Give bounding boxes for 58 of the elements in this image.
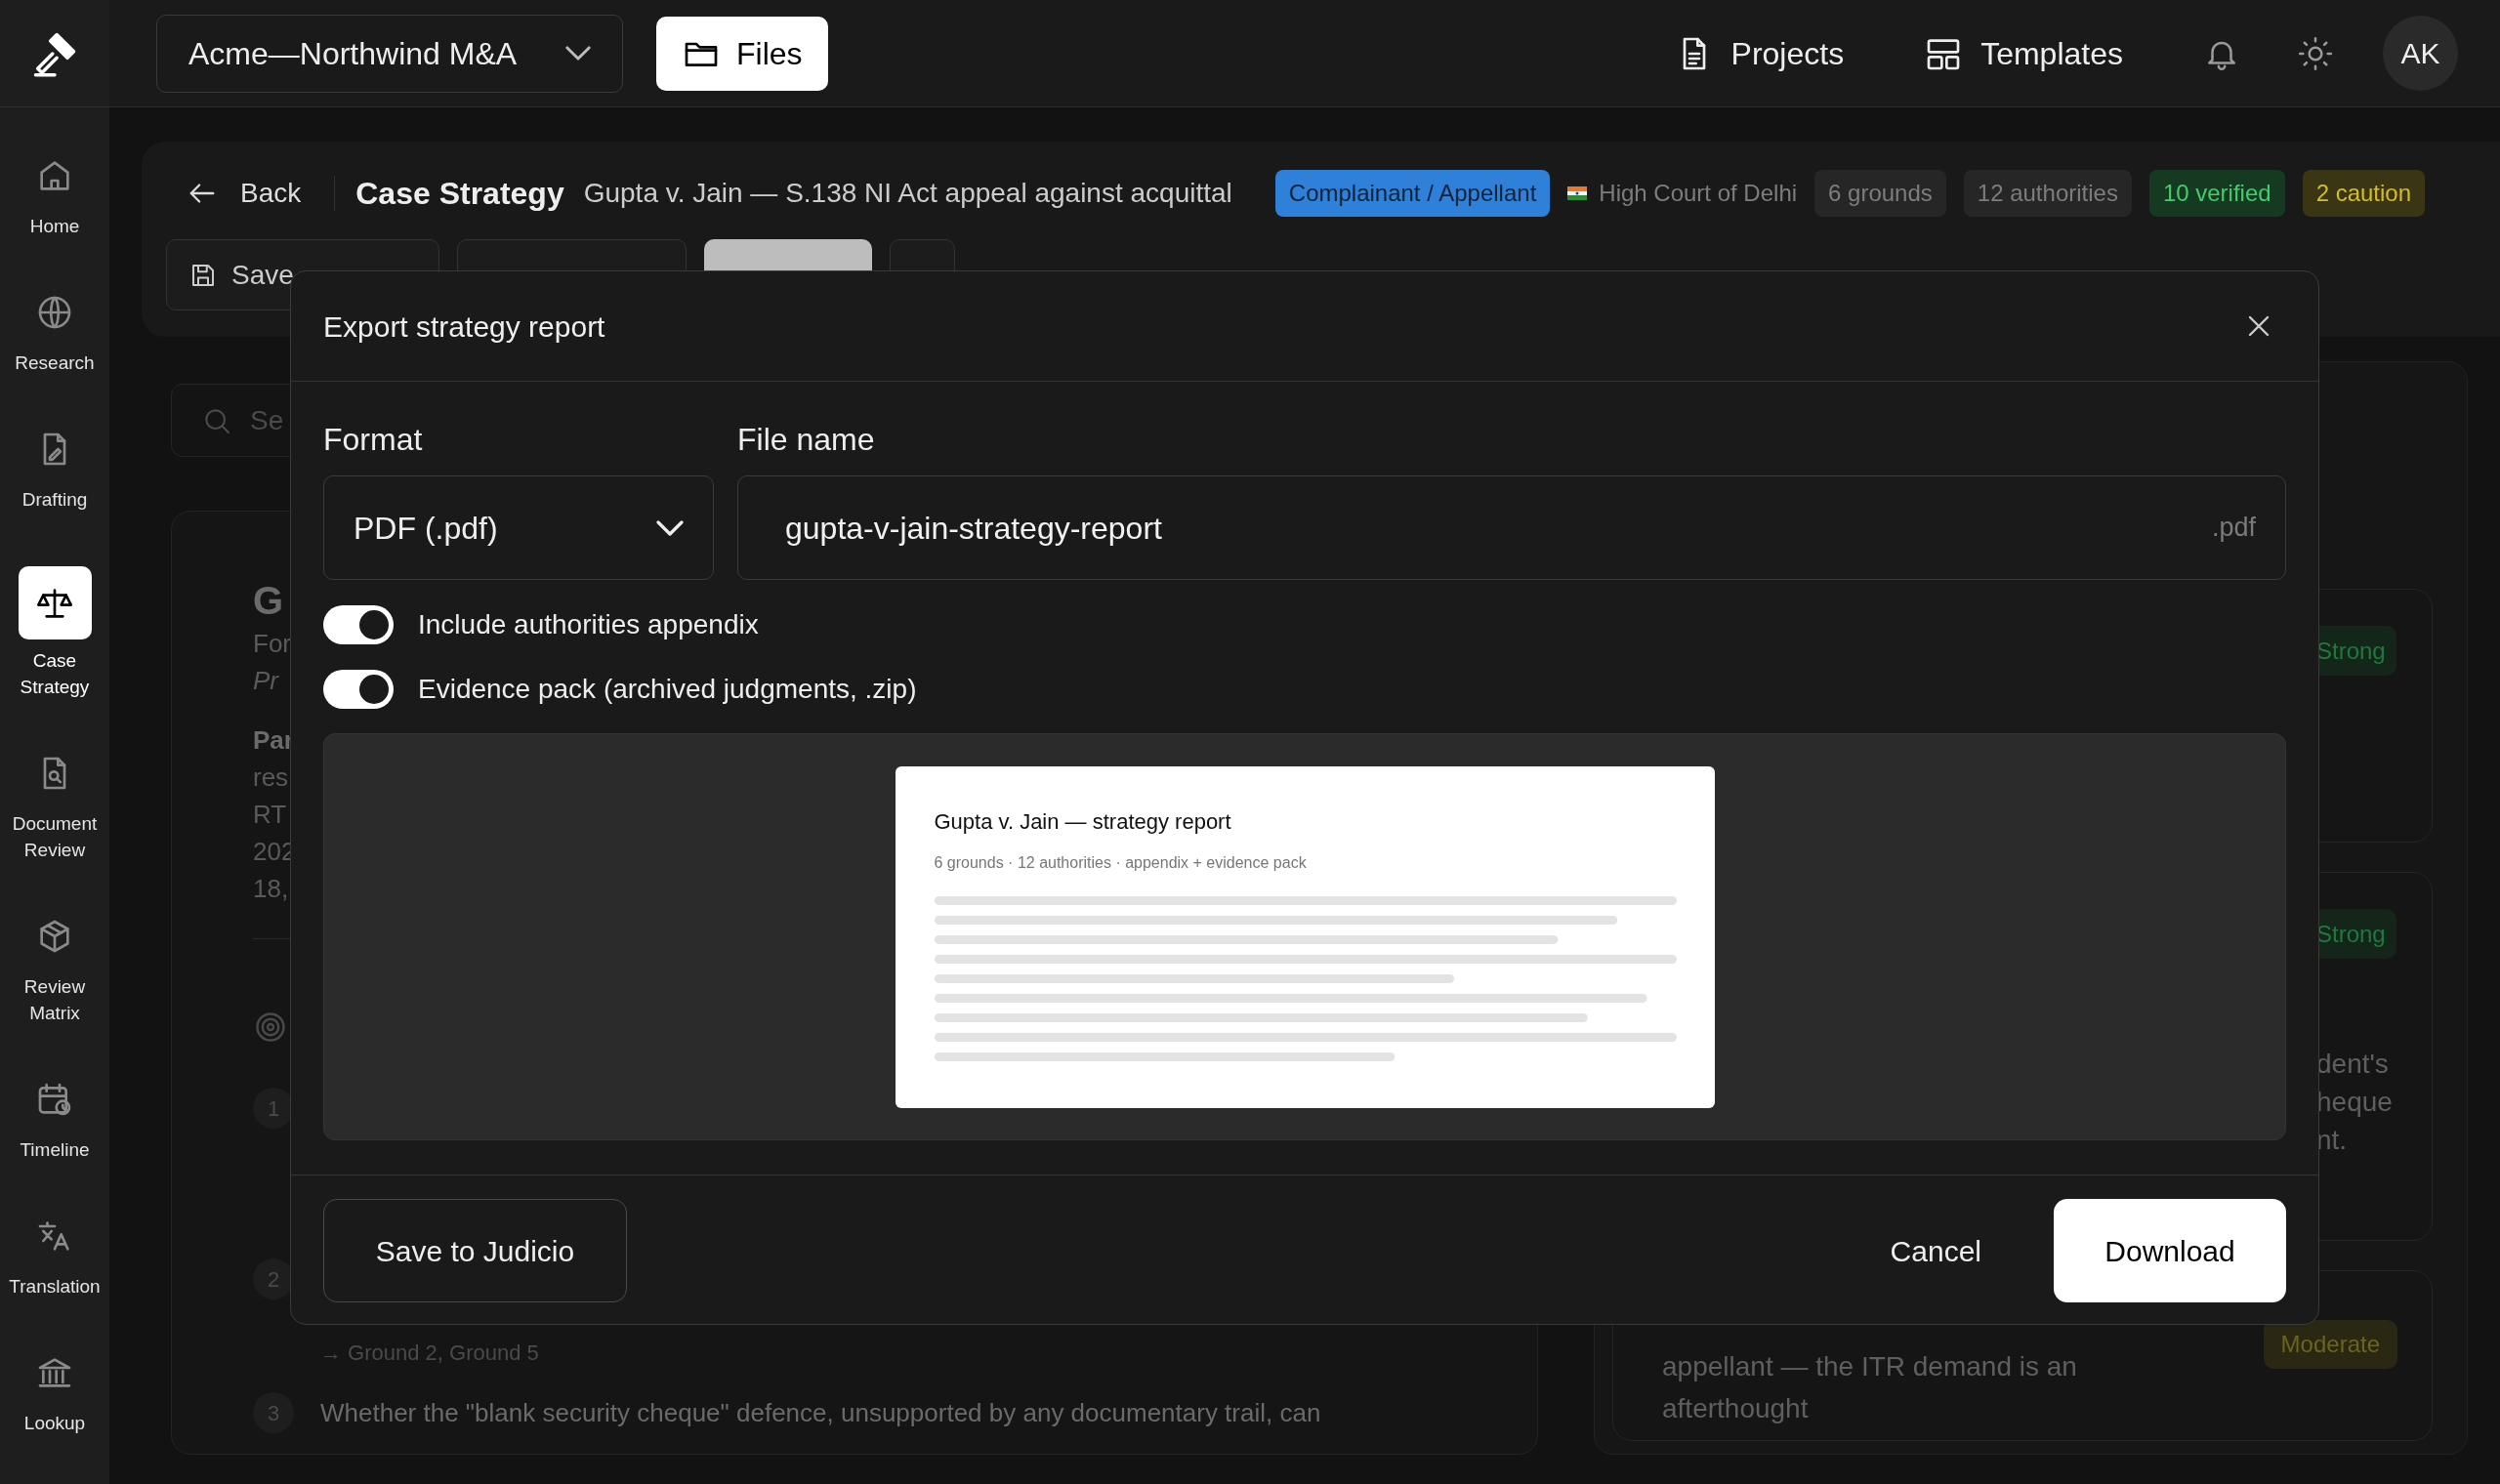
chevron-down-icon bbox=[565, 46, 591, 61]
sidebar-item[interactable]: Review Matrix bbox=[6, 917, 104, 1026]
option-label: Evidence pack (archived judgments, .zip) bbox=[418, 673, 917, 706]
card-text: 18, bbox=[253, 873, 289, 905]
preview-meta: 6 grounds · 12 authorities · appendix + evidence pack bbox=[934, 852, 1307, 873]
back-link[interactable]: Back bbox=[186, 172, 302, 214]
status-badge: Complainant / Appellant bbox=[1274, 169, 1551, 217]
dialog-title: Export strategy report bbox=[323, 309, 605, 345]
save-to-judicio-button[interactable]: Save to Judicio bbox=[323, 1199, 627, 1302]
ground-text: appellant — the ITR demand is an bbox=[1662, 1350, 2077, 1383]
status-badge: 10 verified bbox=[2148, 169, 2285, 217]
sidebar-item[interactable]: Home bbox=[6, 156, 104, 239]
status-badge: 12 authorities bbox=[1963, 169, 2132, 217]
case-subtitle: Gupta v. Jain — S.138 NI Act appeal against acquittal bbox=[583, 176, 1232, 210]
sidebar-item[interactable]: Case Strategy bbox=[6, 566, 104, 700]
ground-text: dent's bbox=[2316, 1048, 2389, 1081]
toggle-switch[interactable] bbox=[323, 670, 394, 709]
field-label: File name bbox=[737, 421, 875, 458]
sidebar-item[interactable]: Lookup bbox=[6, 1353, 104, 1436]
sun-icon bbox=[2297, 34, 2334, 72]
file-name-field[interactable]: gupta-v-jain-strategy-report .pdf bbox=[737, 475, 2286, 580]
download-button[interactable]: Download bbox=[2054, 1199, 2286, 1302]
option-label: Include authorities appendix bbox=[418, 608, 759, 641]
rating-badge: Strong bbox=[2316, 909, 2396, 959]
card-text: Pr bbox=[253, 665, 278, 697]
issue-text: Whether the "blank security cheque" defence, unsupported by any documentary trail, can bbox=[320, 1396, 1321, 1429]
status-badge: 6 grounds bbox=[1814, 169, 1946, 217]
ground-text: heque bbox=[2316, 1086, 2393, 1119]
ground-text: afterthought bbox=[1662, 1392, 1809, 1425]
flag-icon bbox=[1567, 186, 1588, 200]
card-text: For bbox=[253, 628, 291, 660]
sidebar-item[interactable]: Drafting bbox=[6, 430, 104, 513]
card-text: RT bbox=[253, 799, 287, 831]
field-label: Format bbox=[323, 421, 423, 458]
court-label: High Court of Delhi bbox=[1599, 178, 1798, 208]
rating-badge: Strong bbox=[2316, 626, 2396, 676]
target-icon bbox=[253, 1010, 288, 1045]
nav-link[interactable]: Projects bbox=[1674, 29, 1845, 77]
preview-title: Gupta v. Jain — strategy report bbox=[934, 807, 1231, 836]
sidebar-item[interactable]: Timeline bbox=[6, 1080, 104, 1163]
card-text: Par bbox=[253, 724, 294, 757]
sidebar-item[interactable]: Document Review bbox=[6, 754, 104, 863]
avatar[interactable]: AK bbox=[2383, 16, 2458, 91]
cancel-button[interactable]: Cancel bbox=[1880, 1228, 1991, 1273]
chevron-down-icon bbox=[656, 519, 684, 536]
page-title: Case Strategy bbox=[355, 174, 564, 213]
toggle-switch[interactable] bbox=[323, 605, 394, 644]
card-text: res bbox=[253, 762, 289, 794]
files-button[interactable]: Files bbox=[656, 16, 828, 91]
workspace-dropdown[interactable]: Acme—Northwind M&A bbox=[156, 14, 623, 93]
card-title: G bbox=[253, 578, 284, 624]
sidebar-item[interactable]: Research bbox=[6, 293, 104, 376]
status-badge: 2 caution bbox=[2302, 169, 2426, 217]
sidebar-item[interactable]: Translation bbox=[6, 1216, 104, 1299]
rating-badge: Moderate bbox=[2263, 1320, 2397, 1369]
format-select[interactable]: PDF (.pdf) bbox=[323, 475, 714, 580]
nav-link[interactable]: Templates bbox=[1924, 29, 2123, 77]
theme-toggle[interactable] bbox=[2297, 34, 2334, 72]
